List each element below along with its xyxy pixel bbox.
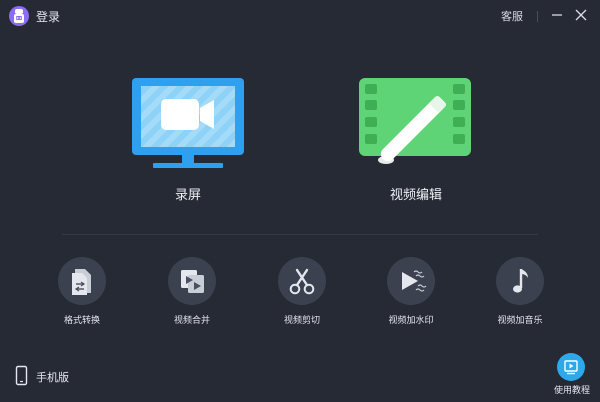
login-link[interactable]: 登录 bbox=[36, 8, 60, 25]
close-icon bbox=[575, 9, 587, 21]
music-note-icon bbox=[496, 257, 544, 305]
tool-video-cut-label: 视频剪切 bbox=[283, 316, 320, 326]
tutorial-button[interactable]: 使用教程 bbox=[548, 353, 596, 397]
screen-record-button[interactable]: 录屏 bbox=[128, 76, 248, 206]
monitor-camera-icon bbox=[132, 78, 244, 168]
customer-service-link[interactable]: 客服 bbox=[501, 8, 523, 24]
minimize-icon bbox=[552, 14, 562, 16]
video-edit-button[interactable]: 视频编辑 bbox=[356, 76, 476, 206]
phone-icon bbox=[15, 365, 28, 386]
play-screen-icon bbox=[557, 353, 585, 381]
film-pen-icon bbox=[359, 78, 471, 164]
tool-video-music-label: 视频加音乐 bbox=[497, 316, 543, 326]
title-bar: 登录 客服 bbox=[0, 0, 600, 32]
user-avatar-icon[interactable] bbox=[9, 6, 29, 26]
tool-video-merge[interactable]: 视频合并 bbox=[152, 257, 232, 327]
screen-record-label: 录屏 bbox=[174, 188, 201, 203]
tool-format-convert[interactable]: 格式转换 bbox=[42, 257, 122, 327]
tool-video-watermark-label: 视频加水印 bbox=[388, 316, 434, 326]
video-merge-icon bbox=[168, 257, 216, 305]
tool-video-watermark[interactable]: 视频加水印 bbox=[371, 257, 451, 327]
mobile-version-link[interactable]: 手机版 bbox=[14, 365, 74, 387]
close-button[interactable] bbox=[572, 6, 590, 24]
mobile-version-label: 手机版 bbox=[36, 371, 69, 384]
tool-video-merge-label: 视频合并 bbox=[173, 316, 210, 326]
video-edit-label: 视频编辑 bbox=[389, 188, 442, 203]
tool-format-convert-label: 格式转换 bbox=[63, 316, 100, 326]
tool-video-music[interactable]: 视频加音乐 bbox=[480, 257, 560, 327]
tutorial-label: 使用教程 bbox=[553, 386, 590, 396]
app-window: 登录 客服 录屏 视频编辑 格式转换 视频合并 视频剪切 视频加水印 视频加音乐… bbox=[0, 0, 600, 402]
file-convert-icon bbox=[58, 257, 106, 305]
title-separator bbox=[537, 11, 538, 22]
scissors-icon bbox=[278, 257, 326, 305]
play-watermark-icon bbox=[387, 257, 435, 305]
section-divider bbox=[62, 234, 538, 235]
minimize-button[interactable] bbox=[548, 6, 566, 24]
tool-video-cut[interactable]: 视频剪切 bbox=[262, 257, 342, 327]
